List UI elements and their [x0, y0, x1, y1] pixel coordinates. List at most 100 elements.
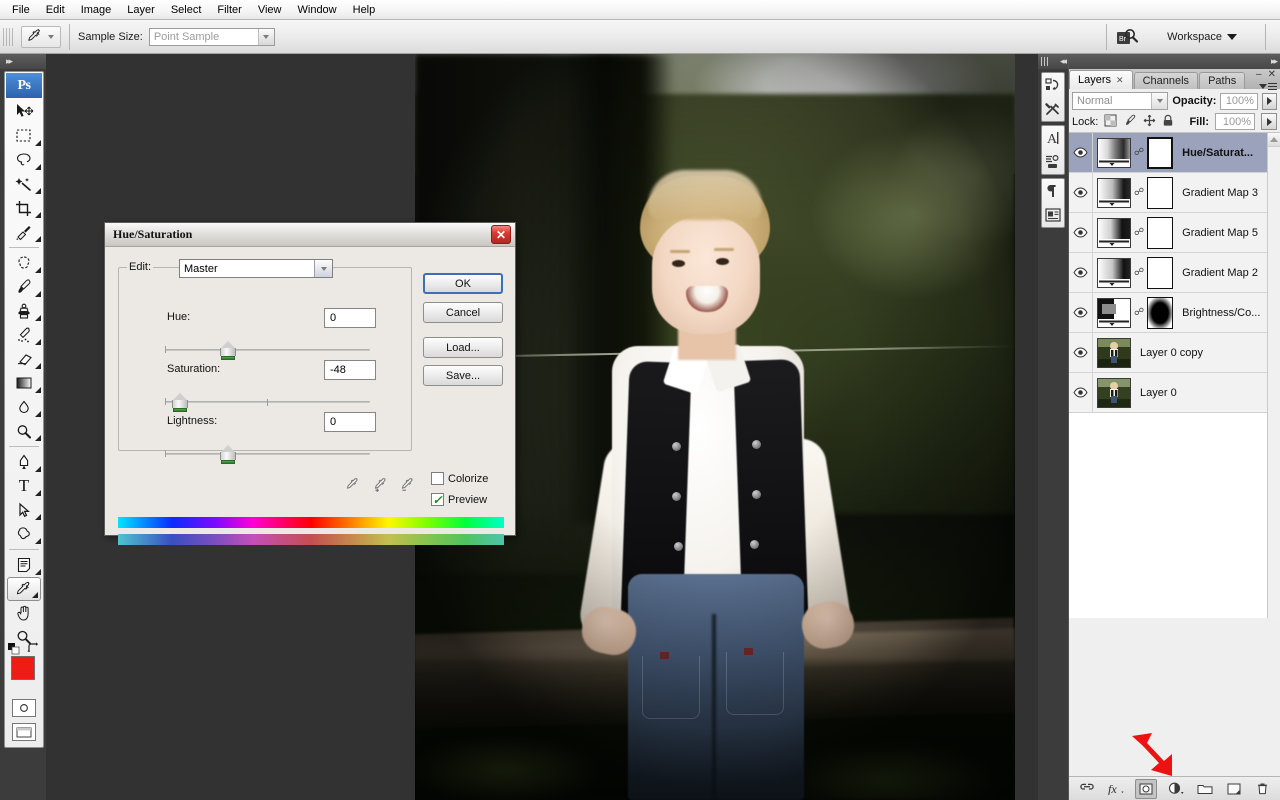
sample-size-chevron-icon[interactable] — [257, 28, 274, 45]
clone-stamp-tool[interactable] — [5, 299, 43, 323]
eyedropper-tool[interactable] — [7, 577, 41, 601]
layers-list[interactable]: ☍ Hue/Saturat... ☍ Gradient Map 3 ☍ Grad… — [1069, 133, 1280, 618]
layer-name[interactable]: Hue/Saturat... — [1178, 147, 1253, 159]
history-panel-icon[interactable] — [1042, 73, 1064, 97]
magic-wand-tool[interactable] — [5, 172, 43, 196]
tool-more-triangle-icon[interactable] — [35, 339, 41, 345]
menu-item-image[interactable]: Image — [73, 1, 120, 19]
preview-checkbox[interactable]: ✓ — [431, 493, 444, 506]
layer-thumbnail[interactable] — [1097, 377, 1131, 408]
dialog-title-bar[interactable]: Hue/Saturation ✕ — [105, 223, 515, 247]
colorize-checkbox-row[interactable]: Colorize — [431, 472, 488, 485]
eyedropper-add-icon[interactable] — [372, 477, 388, 493]
layer-name[interactable]: Gradient Map 3 — [1178, 187, 1258, 199]
tool-more-triangle-icon[interactable] — [35, 363, 41, 369]
scroll-up-button[interactable] — [1268, 133, 1280, 147]
custom-shape-tool[interactable] — [5, 522, 43, 546]
layer-visibility-toggle[interactable] — [1069, 292, 1093, 333]
brush-tool[interactable] — [5, 275, 43, 299]
tool-more-triangle-icon[interactable] — [35, 140, 41, 146]
go-to-bridge-button[interactable]: Br — [1115, 27, 1139, 47]
layer-mask-link-icon[interactable]: ☍ — [1134, 187, 1144, 198]
hue-input[interactable]: 0 — [324, 308, 376, 328]
layer-name[interactable]: Gradient Map 2 — [1178, 267, 1258, 279]
lightness-slider-thumb[interactable] — [220, 445, 236, 464]
tool-more-triangle-icon[interactable] — [35, 236, 41, 242]
saturation-input[interactable]: -48 — [324, 360, 376, 380]
layer-name[interactable]: Brightness/Co... — [1178, 307, 1260, 319]
layer-thumbnail[interactable] — [1097, 257, 1131, 288]
history-brush-tool[interactable] — [5, 323, 43, 347]
gradient-tool[interactable] — [5, 371, 43, 395]
tool-more-triangle-icon[interactable] — [35, 291, 41, 297]
ok-button[interactable]: OK — [423, 273, 503, 294]
layer-name[interactable]: Layer 0 — [1136, 387, 1177, 399]
tool-more-triangle-icon[interactable] — [35, 490, 41, 496]
lock-position-icon[interactable] — [1143, 114, 1156, 130]
table-row[interactable]: ☍ Gradient Map 5 — [1069, 212, 1280, 253]
toolbox-collapse-header[interactable]: ▸▸ — [0, 54, 46, 69]
layer-mask-thumbnail[interactable] — [1147, 256, 1174, 289]
layer-visibility-toggle[interactable] — [1069, 332, 1093, 373]
layer-mask-link-icon[interactable]: ☍ — [1134, 227, 1144, 238]
sample-size-select[interactable]: Point Sample — [148, 27, 275, 46]
saturation-slider-thumb[interactable] — [172, 393, 188, 412]
layer-mask-link-icon[interactable]: ☍ — [1134, 147, 1144, 158]
blend-mode-chevron-down-icon[interactable] — [1151, 93, 1168, 109]
opacity-input[interactable]: 100% — [1220, 92, 1258, 110]
path-selection-tool[interactable] — [5, 498, 43, 522]
hue-slider-track[interactable] — [165, 349, 370, 351]
lock-image-pixels-icon[interactable] — [1123, 114, 1137, 130]
character-panel-icon[interactable]: A — [1042, 126, 1064, 150]
menu-item-layer[interactable]: Layer — [119, 1, 163, 19]
tool-more-triangle-icon[interactable] — [35, 267, 41, 273]
dock-grip[interactable] — [1041, 57, 1049, 66]
blend-mode-select[interactable]: Normal — [1072, 92, 1169, 110]
layer-thumbnail[interactable] — [1097, 297, 1131, 328]
expand-chevron-icon[interactable]: ▸▸ — [6, 56, 13, 67]
dock-collapse-header[interactable]: ◂◂ — [1038, 54, 1068, 69]
layer-visibility-toggle[interactable] — [1069, 212, 1093, 253]
active-tool-preview[interactable] — [21, 25, 61, 48]
layer-thumbnail[interactable] — [1097, 337, 1131, 368]
layer-mask-thumbnail[interactable] — [1147, 216, 1174, 249]
table-row[interactable]: Layer 0 copy — [1069, 332, 1280, 373]
layer-style-button[interactable]: fx — [1106, 780, 1126, 798]
tool-more-triangle-icon[interactable] — [35, 188, 41, 194]
eraser-tool[interactable] — [5, 347, 43, 371]
table-row[interactable]: ☍ Hue/Saturat... — [1069, 133, 1280, 173]
fill-slider-button[interactable] — [1261, 113, 1277, 130]
edit-channel-select[interactable]: Master — [179, 259, 333, 278]
table-row[interactable]: ☍ Gradient Map 3 — [1069, 172, 1280, 213]
menu-item-file[interactable]: File — [4, 1, 38, 19]
add-layer-mask-button[interactable] — [1135, 778, 1158, 799]
hue-slider-thumb[interactable] — [220, 341, 236, 360]
load-button[interactable]: Load... — [423, 337, 503, 358]
paragraph-panel-icon[interactable] — [1042, 179, 1064, 203]
healing-brush-tool[interactable] — [5, 251, 43, 275]
lightness-input[interactable]: 0 — [324, 412, 376, 432]
pen-tool[interactable] — [5, 450, 43, 474]
quick-mask-button[interactable] — [5, 697, 43, 719]
new-group-button[interactable] — [1195, 780, 1215, 798]
menu-item-filter[interactable]: Filter — [209, 1, 249, 19]
save-button[interactable]: Save... — [423, 365, 503, 386]
lasso-tool[interactable] — [5, 148, 43, 172]
crop-tool[interactable] — [5, 196, 43, 220]
rectangular-marquee-tool[interactable] — [5, 124, 43, 148]
eyedropper-subtract-icon[interactable] — [399, 477, 415, 493]
layer-visibility-toggle[interactable] — [1069, 172, 1093, 213]
hue-spectrum-bar-bottom[interactable] — [118, 534, 504, 545]
fill-input[interactable]: 100% — [1215, 113, 1255, 130]
slice-tool[interactable] — [5, 220, 43, 244]
layer-visibility-toggle[interactable] — [1069, 252, 1093, 293]
tool-presets-panel-icon[interactable] — [1042, 97, 1064, 121]
lock-transparent-pixels-icon[interactable] — [1104, 114, 1117, 130]
tool-more-triangle-icon[interactable] — [35, 538, 41, 544]
hue-saturation-dialog[interactable]: Hue/Saturation ✕ Edit: Master Hue: 0 Sat… — [104, 222, 516, 545]
default-colors-icon[interactable] — [8, 643, 20, 655]
layer-mask-thumbnail[interactable] — [1147, 176, 1174, 209]
panel-menu-button[interactable] — [1259, 83, 1277, 90]
link-layers-button[interactable] — [1077, 780, 1097, 798]
hand-tool[interactable] — [5, 601, 43, 625]
